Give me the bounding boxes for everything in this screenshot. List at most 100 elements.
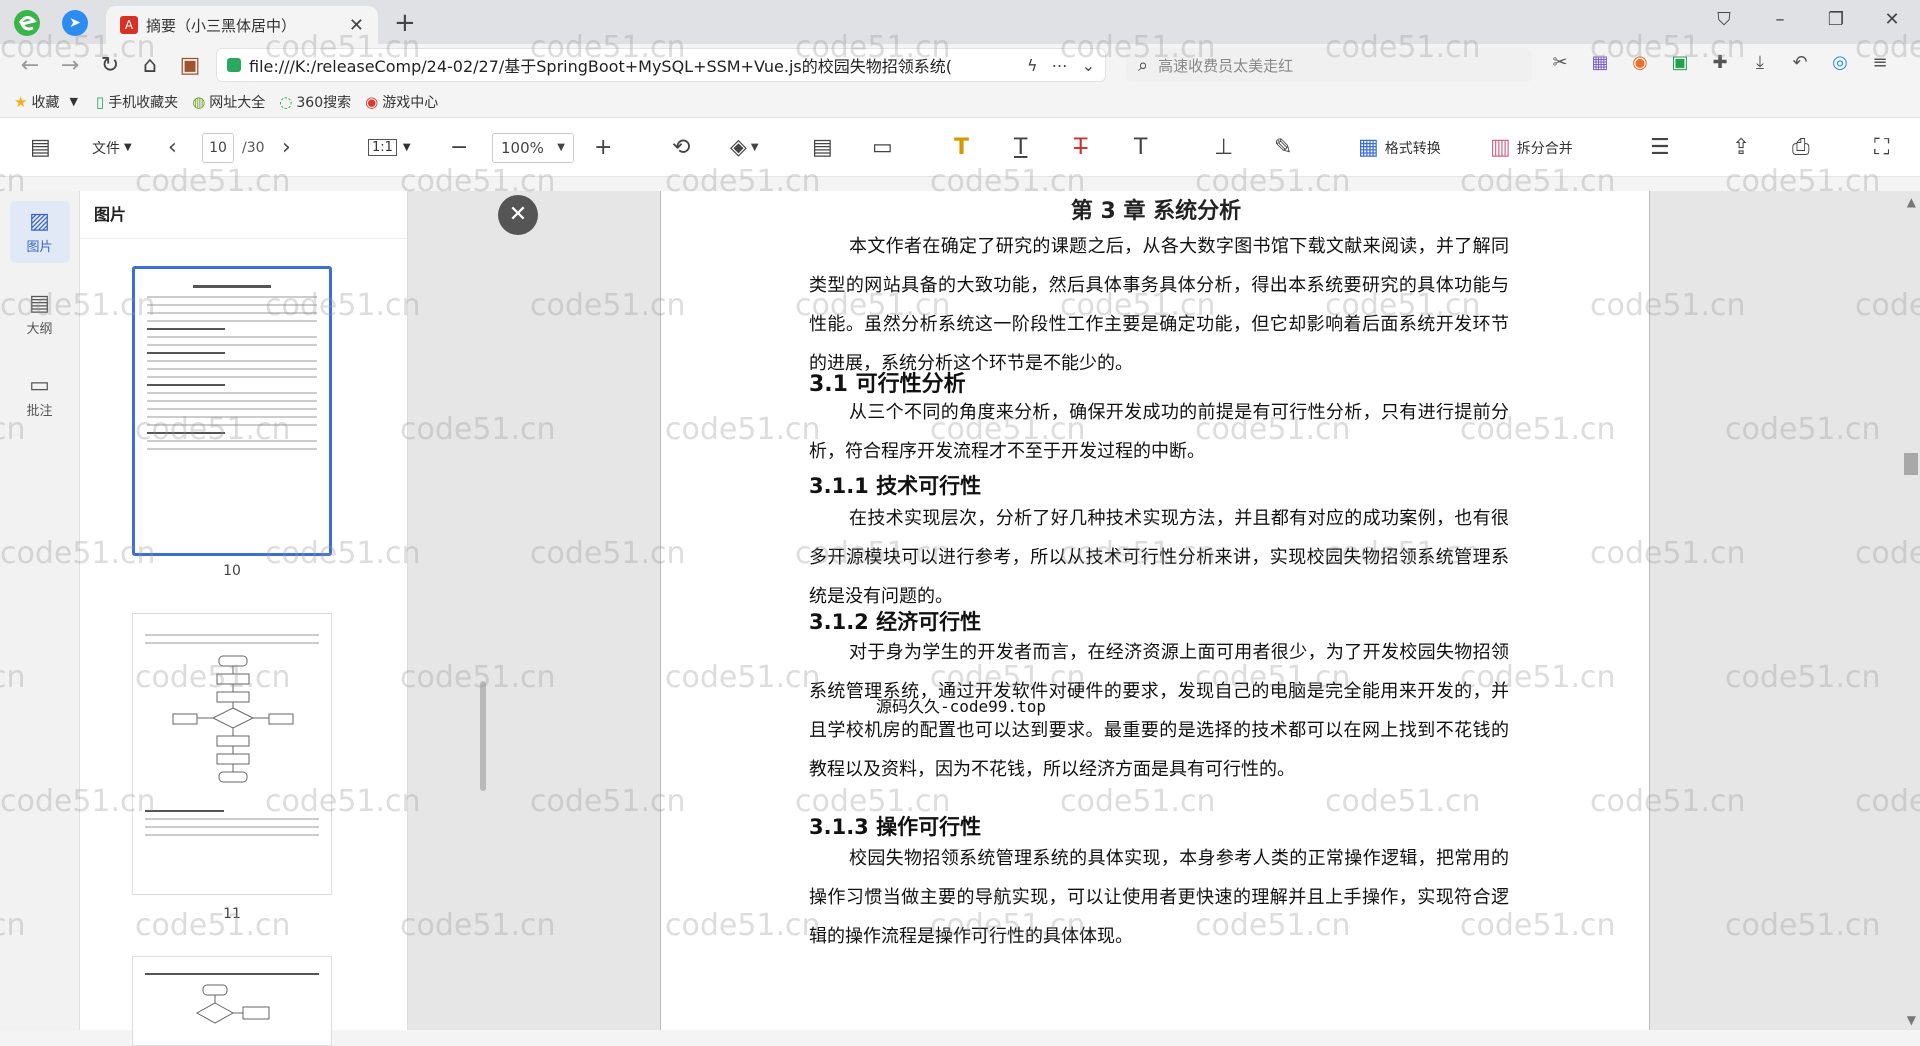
tab-title: 摘要（小三黑体居中）: [146, 16, 297, 35]
save-icon[interactable]: ⇪: [1732, 118, 1750, 177]
document-icon[interactable]: ▤: [812, 118, 833, 177]
scissors-icon[interactable]: ✂: [1540, 52, 1580, 73]
side-rail: ▨ 图片 ▤ 大纲 ▭ 批注: [0, 191, 80, 1030]
thumbnail-page-12[interactable]: [132, 956, 332, 1046]
bookmarks-bar: ★ 收藏 ▼ ▯ 手机收藏夹 ◍ 网址大全 ◌ 360搜索 ◉ 游戏中心: [0, 86, 1920, 118]
bookmark-favorites[interactable]: ★ 收藏 ▼: [14, 92, 82, 112]
extension-purple-icon[interactable]: ▦: [1580, 52, 1620, 73]
reload-icon[interactable]: ↻: [90, 53, 130, 78]
pdf-toolbar: ▤ 文件 ▼ ‹ 10/30 › 1:1 ▼ − 100% ▼ + ⟲ ◈ ▼ ▤ ▭ …: [0, 118, 1920, 177]
highlight-text-icon[interactable]: T: [954, 118, 969, 177]
back-icon[interactable]: ←: [10, 53, 50, 78]
new-tab-button[interactable]: +: [394, 8, 416, 38]
flowchart-thumbnail: [172, 655, 294, 783]
scroll-up-icon[interactable]: ▲: [1907, 195, 1916, 209]
search360-icon: ◌: [279, 92, 293, 111]
globe-icon: ◍: [192, 92, 206, 111]
image-icon: ▨: [29, 209, 50, 234]
lightning-icon[interactable]: ϟ: [1027, 56, 1038, 75]
undo-icon[interactable]: ↶: [1780, 52, 1820, 73]
pdf-icon: A: [120, 16, 138, 34]
game-pad-icon[interactable]: ◉: [1620, 52, 1660, 73]
fit-size-dropdown[interactable]: 1:1 ▼: [368, 118, 411, 177]
stamp-icon[interactable]: ⊥: [1214, 118, 1233, 177]
format-convert-button[interactable]: ▦ 格式转换: [1358, 118, 1441, 177]
section-heading-3-1-1: 3.1.1 技术可行性: [809, 474, 982, 498]
bookmark-mobile[interactable]: ▯ 手机收藏夹: [96, 92, 178, 112]
star-icon: ★: [14, 92, 28, 111]
zoom-wrap: 100% ▼: [492, 118, 574, 177]
site-info-icon[interactable]: [227, 58, 241, 72]
comment-icon[interactable]: ▭: [872, 118, 893, 177]
insert-text-icon[interactable]: T: [1134, 118, 1147, 177]
more-icon[interactable]: ⋯: [1052, 56, 1068, 75]
telegram-icon[interactable]: ➤: [62, 10, 88, 36]
search-icon: ⌕: [1138, 54, 1149, 76]
thumbnail-page-11[interactable]: [132, 613, 332, 895]
underline-text-icon[interactable]: T: [1014, 118, 1027, 177]
forward-icon[interactable]: →: [50, 53, 90, 78]
signature-icon[interactable]: ✎: [1274, 118, 1292, 177]
address-bar[interactable]: file:///K:/releaseComp/24-02/27/基于Spring…: [216, 48, 1106, 82]
download-icon[interactable]: ⤓: [1740, 52, 1780, 73]
scroll-down-icon[interactable]: ▼: [1907, 1013, 1916, 1027]
url-text[interactable]: file:///K:/releaseComp/24-02/27/基于Spring…: [249, 53, 1013, 77]
sidebar-toggle-icon[interactable]: ▤: [30, 118, 51, 177]
strikethrough-text-icon[interactable]: T: [1074, 118, 1087, 177]
rail-comments[interactable]: ▭ 批注: [10, 365, 70, 427]
section-3-1-1-body: 在技术实现层次，分析了好几种技术实现方法，并且都有对应的成功案例，也有很多开源模…: [809, 508, 1509, 607]
split-merge-button[interactable]: ▥ 拆分合并: [1490, 118, 1573, 177]
thumbnail-number: 10: [223, 563, 241, 579]
ai-assistant-icon[interactable]: ◎: [1820, 52, 1860, 73]
bookmark-sites[interactable]: ◍ 网址大全: [192, 92, 265, 112]
bookmark-360search[interactable]: ◌ 360搜索: [279, 92, 351, 112]
active-tab[interactable]: A 摘要（小三黑体居中） ✕: [106, 6, 378, 44]
panel-title: 图片: [80, 191, 407, 239]
extension-bar: ✂ ▦ ◉ ▣ ✚ ⤓ ↶ ◎ ≡: [1540, 52, 1900, 73]
source-stamp: 源码久久-code99.top: [876, 697, 1046, 716]
home-icon[interactable]: ⌂: [130, 53, 170, 78]
find-icon[interactable]: ☰: [1650, 118, 1670, 177]
game-icon: ◉: [365, 92, 379, 111]
chevron-down-icon: ▼: [557, 141, 565, 153]
extension-green-icon[interactable]: ▣: [1660, 52, 1700, 73]
page-scrollbar[interactable]: [1904, 453, 1918, 475]
next-page-icon[interactable]: ›: [282, 118, 291, 177]
wallet-icon[interactable]: ▣: [170, 53, 210, 78]
fill-color-icon[interactable]: ◈ ▼: [730, 118, 759, 177]
fullscreen-icon[interactable]: ⛶: [1874, 118, 1889, 177]
chevron-down-icon[interactable]: ▼: [69, 95, 77, 108]
chevron-down-icon: ▼: [124, 142, 132, 153]
thumbnail-page-10[interactable]: [132, 266, 332, 556]
right-gutter: ▲ ▼: [1650, 191, 1920, 1030]
total-pages: /30: [242, 139, 265, 156]
file-menu[interactable]: 文件 ▼: [92, 118, 132, 177]
close-panel-button[interactable]: ✕: [498, 195, 538, 235]
browser-logo-icon[interactable]: [12, 8, 42, 38]
shirt-icon[interactable]: ⛉: [1696, 0, 1752, 40]
chevron-down-icon[interactable]: ⌄: [1082, 56, 1095, 75]
search-placeholder: 高速收费员太美走红: [1158, 56, 1294, 75]
thumbnail-scrollbar[interactable]: [480, 681, 486, 791]
prev-page-icon[interactable]: ‹: [168, 118, 177, 177]
search-box[interactable]: ⌕ 高速收费员太美走红: [1126, 48, 1532, 82]
rotate-icon[interactable]: ⟲: [672, 118, 690, 177]
rail-images[interactable]: ▨ 图片: [9, 201, 70, 263]
minimize-icon[interactable]: –: [1752, 0, 1808, 40]
page-number-input[interactable]: 10: [202, 132, 234, 163]
restore-icon[interactable]: ❐: [1808, 0, 1864, 40]
zoom-select[interactable]: 100% ▼: [492, 132, 574, 163]
rail-outline[interactable]: ▤ 大纲: [10, 283, 70, 345]
close-tab-icon[interactable]: ✕: [349, 15, 364, 36]
print-icon[interactable]: ⎙: [1792, 118, 1810, 177]
window-controls: ⛉ – ❐ ✕: [1696, 0, 1920, 40]
close-window-icon[interactable]: ✕: [1864, 0, 1920, 40]
page-input-wrap: 10/30: [202, 118, 265, 177]
zoom-in-icon[interactable]: +: [594, 118, 612, 177]
zoom-out-icon[interactable]: −: [450, 118, 468, 177]
section-3-1-3-body: 校园失物招领系统管理系统的具体实现，本身参考人类的正常操作逻辑，把常用的操作习惯…: [809, 848, 1509, 947]
bookmark-games[interactable]: ◉ 游戏中心: [365, 92, 438, 112]
menu-icon[interactable]: ≡: [1860, 52, 1900, 73]
section-heading-3-1-3: 3.1.3 操作可行性: [809, 815, 982, 839]
puzzle-icon[interactable]: ✚: [1700, 52, 1740, 73]
